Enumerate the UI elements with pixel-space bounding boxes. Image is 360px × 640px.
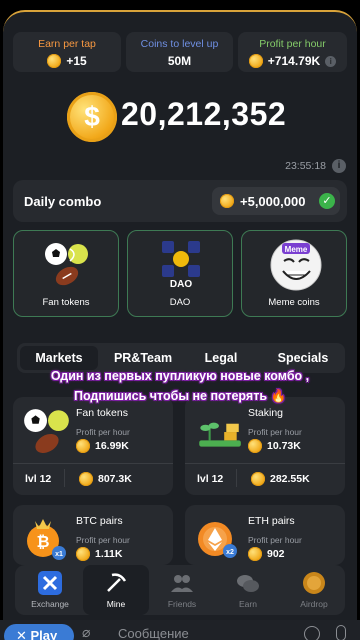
coin-icon: [79, 472, 93, 486]
sport-balls-icon: [24, 409, 69, 454]
combo-card-label: Meme coins: [268, 297, 320, 308]
card-level: lvl 12: [197, 473, 224, 485]
dollar-icon: $: [84, 101, 100, 132]
check-icon: ✓: [319, 193, 335, 209]
info-icon[interactable]: i: [325, 55, 337, 67]
combo-reward: +5,000,000 ✓: [212, 187, 340, 215]
combo-reward-value: +5,000,000: [240, 193, 306, 209]
dao-icon-text: DAO: [170, 279, 192, 289]
divider: [185, 463, 345, 464]
coin-balance: 20,212,352: [121, 96, 287, 132]
card-pph-value: 902: [267, 548, 285, 560]
troll-face-icon: Meme: [270, 239, 322, 291]
card-pph-label: Profit per hour: [248, 427, 302, 437]
card-pph-label: Profit per hour: [248, 535, 302, 545]
stat-label: Coins to level up: [140, 38, 219, 50]
play-label: Play: [30, 628, 58, 640]
card-name: BTC pairs: [76, 515, 123, 527]
nav-airdrop[interactable]: Airdrop: [281, 565, 347, 615]
card-name: Fan tokens: [76, 407, 128, 419]
card-pph-label: Profit per hour: [76, 427, 130, 437]
stat-value: +15: [66, 54, 87, 68]
coin-icon: [248, 439, 262, 453]
upgrade-card-eth-pairs[interactable]: x2 ETH pairs Profit per hour 902: [185, 505, 345, 565]
bottom-nav: Exchange Mine Friends Earn Airdrop: [15, 565, 345, 615]
nav-label: Airdrop: [300, 599, 328, 609]
combo-card-label: Fan tokens: [42, 297, 90, 308]
dao-icon: DAO: [162, 241, 200, 289]
divider: [13, 463, 173, 464]
coin-icon: [47, 54, 62, 68]
nav-label: Mine: [106, 599, 126, 609]
nav-earn[interactable]: Earn: [215, 565, 281, 615]
btc-coin-icon: ₿ x1: [27, 519, 66, 560]
combo-card-label: DAO: [169, 297, 191, 308]
staking-plant-icon: [199, 422, 241, 447]
card-pph-value: 10.73K: [267, 440, 301, 452]
pickaxe-icon: [107, 573, 127, 592]
card-cost: 807.3K: [98, 473, 132, 485]
stat-earn-per-tap: Earn per tap +15: [13, 32, 121, 72]
card-name: Staking: [248, 407, 284, 419]
divider: [64, 469, 65, 487]
combo-card-meme-coins[interactable]: Meme Meme coins: [241, 230, 347, 317]
coin-icon: [251, 472, 265, 486]
nav-mine[interactable]: Mine: [83, 565, 149, 615]
meme-icon-text: Meme: [285, 245, 308, 254]
play-button[interactable]: ✕ Play: [4, 624, 74, 640]
upgrade-card-staking[interactable]: Staking Profit per hour 10.73K lvl 12 28…: [185, 397, 345, 495]
coins-icon: [237, 575, 259, 592]
play-icon: ✕: [16, 628, 31, 640]
combo-card-dao[interactable]: DAO DAO: [127, 230, 233, 317]
attach-icon[interactable]: ⌀: [82, 624, 96, 640]
overlay-caption-line-2: Подпишись чтобы не потерять 🔥: [73, 389, 287, 403]
coin-icon: [248, 547, 262, 561]
coin-icon: [76, 547, 90, 561]
daily-combo-bar[interactable]: Daily combo +5,000,000 ✓: [13, 180, 347, 222]
badge-text: x1: [55, 551, 63, 558]
big-coin-icon: $: [67, 92, 117, 142]
stat-label: Earn per tap: [38, 38, 96, 50]
friends-icon: [171, 575, 193, 592]
card-pph-value: 16.99K: [95, 440, 129, 452]
coin-icon: [76, 439, 90, 453]
message-input[interactable]: Сообщение: [118, 626, 189, 640]
airdrop-coin-icon: [303, 572, 325, 594]
coin-icon: [248, 54, 263, 68]
stat-value: 50M: [167, 54, 192, 68]
combo-card-fan-tokens[interactable]: Fan tokens: [13, 230, 119, 317]
info-icon[interactable]: i: [332, 159, 346, 173]
card-pph-label: Profit per hour: [76, 535, 130, 545]
mic-icon[interactable]: [336, 625, 346, 640]
nav-label: Exchange: [31, 599, 69, 609]
card-pph-value: 1.11K: [95, 548, 123, 560]
stat-label: Profit per hour: [259, 38, 326, 50]
combo-timer: 23:55:18: [285, 160, 326, 172]
stat-value: +714.79K: [267, 54, 321, 68]
coin-icon: [220, 194, 234, 208]
emoji-icon[interactable]: [304, 626, 320, 640]
stat-coins-to-level-up: Coins to level up 50M: [126, 32, 233, 72]
card-level: lvl 12: [25, 473, 52, 485]
exchange-icon: [38, 571, 62, 595]
svg-text:₿: ₿: [36, 533, 49, 551]
nav-exchange[interactable]: Exchange: [17, 565, 83, 615]
sport-balls-icon: [45, 243, 88, 286]
card-name: ETH pairs: [248, 515, 295, 527]
divider: [236, 469, 237, 487]
nav-label: Friends: [167, 599, 197, 609]
nav-friends[interactable]: Friends: [149, 565, 215, 615]
eth-coin-icon: x2: [198, 522, 237, 558]
card-cost: 282.55K: [270, 473, 310, 485]
upgrade-card-btc-pairs[interactable]: ₿ x1 BTC pairs Profit per hour 1.11K: [13, 505, 173, 565]
stat-profit-per-hour: Profit per hour +714.79K i: [238, 32, 347, 72]
upgrade-card-fan-tokens[interactable]: Fan tokens Profit per hour 16.99K lvl 12…: [13, 397, 173, 495]
daily-combo-title: Daily combo: [24, 194, 102, 209]
tab-markets[interactable]: Markets: [20, 346, 98, 370]
nav-label: Earn: [239, 599, 257, 609]
badge-text: x2: [226, 549, 234, 556]
app-screen: Earn per tap +15 Coins to level up 50M P…: [0, 0, 360, 640]
overlay-caption-line-1: Один из первых пупликую новые комбо ,: [50, 369, 310, 383]
